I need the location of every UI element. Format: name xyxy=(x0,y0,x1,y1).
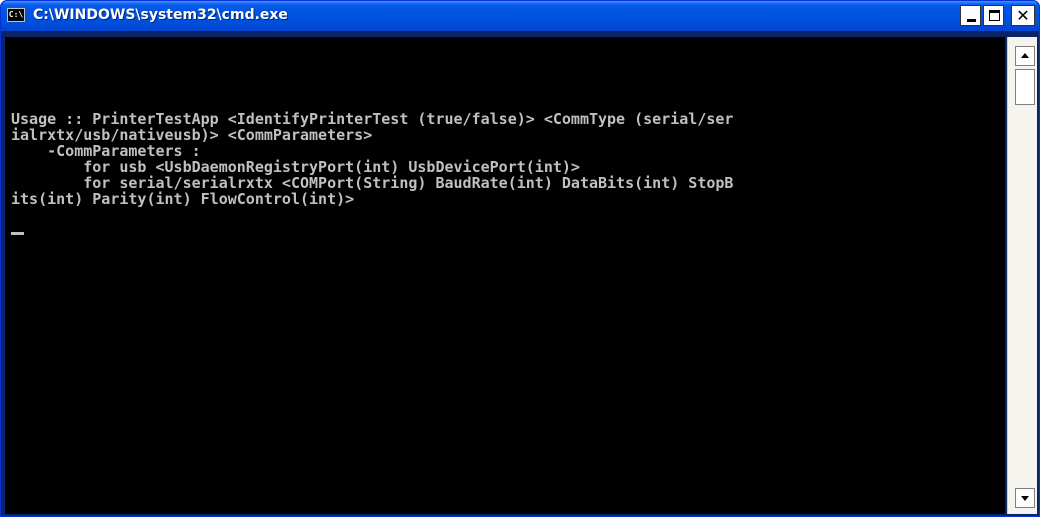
vertical-scrollbar[interactable] xyxy=(1007,37,1037,514)
window-title: C:\WINDOWS\system32\cmd.exe xyxy=(33,7,288,23)
console-line-2: ialrxtx/usb/nativeusb)> <CommParameters> xyxy=(11,126,373,144)
maximize-icon xyxy=(989,10,1000,21)
console-output[interactable]: Usage :: PrinterTestApp <IdentifyPrinter… xyxy=(5,37,1005,514)
close-icon: ✕ xyxy=(1016,6,1030,25)
console-line-5: for serial/serialrxtx <COMPort(String) B… xyxy=(11,174,734,192)
console-line-1: Usage :: PrinterTestApp <IdentifyPrinter… xyxy=(11,110,734,128)
console-app-icon[interactable]: C:\ xyxy=(7,8,25,22)
arrow-up-icon xyxy=(1021,53,1029,58)
text-cursor xyxy=(11,232,24,235)
close-button[interactable]: ✕ xyxy=(1011,5,1035,26)
console-line-3: -CommParameters : xyxy=(11,142,201,160)
minimize-button[interactable] xyxy=(960,5,981,26)
scroll-thumb[interactable] xyxy=(1015,69,1035,105)
console-line-6: its(int) Parity(int) FlowControl(int)> xyxy=(11,190,355,208)
cmd-window: C:\ C:\WINDOWS\system32\cmd.exe ✕ Usage … xyxy=(0,0,1040,517)
scroll-down-button[interactable] xyxy=(1015,488,1035,508)
title-bar[interactable]: C:\ C:\WINDOWS\system32\cmd.exe ✕ xyxy=(1,1,1039,31)
minimize-icon xyxy=(967,19,976,22)
scroll-up-button[interactable] xyxy=(1015,46,1035,66)
console-line-4: for usb <UsbDaemonRegistryPort(int) UsbD… xyxy=(11,158,580,176)
arrow-down-icon xyxy=(1021,496,1029,501)
maximize-button[interactable] xyxy=(983,5,1004,26)
